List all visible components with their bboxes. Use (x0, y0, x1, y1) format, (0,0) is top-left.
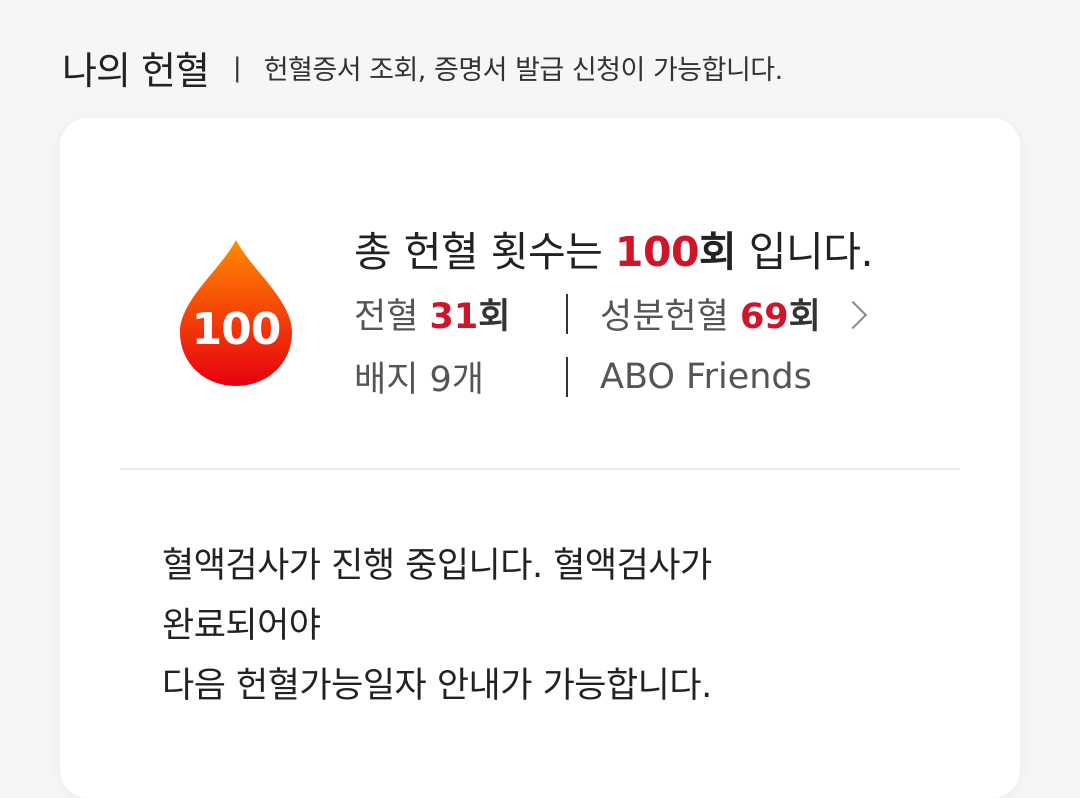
blood-test-notice: 혈액검사가 진행 중입니다. 혈액검사가 완료되어야 다음 헌혈가능일자 안내가… (162, 536, 712, 716)
chevron-right-icon[interactable] (838, 300, 868, 329)
total-count-unit: 회 (699, 228, 737, 276)
whole-blood-unit: 회 (478, 297, 511, 337)
whole-blood-stat: 전혈 31회 (354, 288, 566, 339)
card-divider (120, 468, 960, 470)
page-description: 헌혈증서 조회, 증명서 발급 신청이 가능합니다. (263, 55, 784, 86)
donation-breakdown-row[interactable]: 전혈 31회 성분헌혈 69회 (354, 288, 868, 339)
badge-count-label: 배지 9개 (354, 360, 484, 400)
donation-summary-card: 100 총 헌혈 횟수는 100회 입니다. 전혈 31회 성분헌혈 69회 배… (60, 118, 1020, 798)
header-separator: | (232, 52, 242, 83)
whole-blood-count: 31 (429, 297, 479, 337)
component-label: 성분헌혈 (600, 297, 740, 337)
blood-drop-icon: 100 (178, 238, 294, 388)
club-label: ABO Friends (600, 356, 812, 397)
badge-row: 배지 9개 ABO Friends (354, 351, 812, 402)
whole-blood-label: 전혈 (354, 297, 430, 337)
summary-prefix: 총 헌혈 횟수는 (354, 228, 615, 276)
component-unit: 회 (788, 297, 821, 337)
summary-suffix: 입니다. (736, 228, 874, 276)
page-header: 나의 헌혈 | 헌혈증서 조회, 증명서 발급 신청이 가능합니다. (62, 40, 783, 95)
stat-divider (566, 356, 568, 397)
page-title: 나의 헌혈 (62, 49, 210, 93)
notice-line-2: 완료되어야 (162, 606, 321, 646)
drop-badge-count: 100 (191, 304, 282, 355)
notice-line-3: 다음 헌혈가능일자 안내가 가능합니다. (162, 666, 712, 706)
component-stat: 성분헌혈 69회 (600, 288, 821, 339)
stat-divider (566, 293, 568, 334)
total-donation-summary: 총 헌혈 횟수는 100회 입니다. (354, 218, 873, 278)
total-count: 100 (614, 228, 700, 276)
notice-line-1: 혈액검사가 진행 중입니다. 혈액검사가 (162, 546, 712, 586)
component-count: 69 (739, 297, 789, 337)
